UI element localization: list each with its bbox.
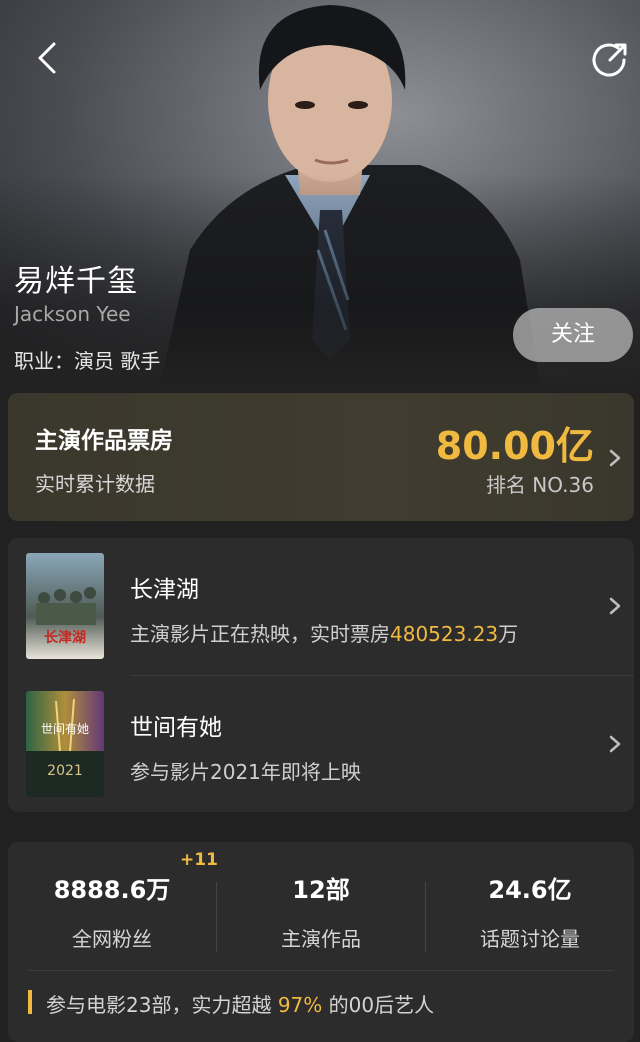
poster-image-changjinhu: 长津湖 <box>26 553 104 659</box>
artist-name: 易烊千玺 <box>14 264 138 299</box>
film-box-office-value: 480523.23 <box>390 622 499 646</box>
ranking-prefix: 参与电影23部，实力超越 <box>46 993 272 1017</box>
film-item-shijianyouta[interactable]: 世间有她 2021 世间有她 参与影片2021年即将上映 <box>8 676 634 812</box>
box-office-title: 主演作品票房 <box>35 428 173 454</box>
ranking-summary: 参与电影23部，实力超越 97% 的00后艺人 <box>46 989 434 1018</box>
ranking-suffix: 的00后艺人 <box>328 993 435 1017</box>
poster-title-shijianyouta: 世间有她 <box>41 722 89 736</box>
footer-accent-bar <box>28 990 32 1014</box>
artist-occupation: 职业：演员 歌手 <box>14 345 160 374</box>
ranking-percent: 97% <box>277 993 323 1017</box>
films-list: 长津湖 长津湖 主演影片正在热映，实时票房480523.23万 世间有她 202… <box>8 538 634 812</box>
stat-lead-works[interactable]: 12部 主演作品 <box>217 870 425 952</box>
stat-value: 8888.6万 <box>53 876 171 904</box>
back-arrow-icon[interactable] <box>26 36 70 80</box>
stat-label: 主演作品 <box>281 927 361 951</box>
poster-image-shijianyouta: 世间有她 2021 <box>26 691 104 797</box>
poster-title-changjinhu: 长津湖 <box>44 629 86 646</box>
stat-value: 12部 <box>292 876 350 904</box>
film-description: 参与影片2021年即将上映 <box>130 760 361 784</box>
stat-value: 24.6亿 <box>488 876 572 904</box>
share-icon[interactable] <box>588 38 632 82</box>
occupation-value: 演员 歌手 <box>74 349 161 373</box>
box-office-subtitle: 实时累计数据 <box>35 472 155 496</box>
film-title: 世间有她 <box>130 715 222 741</box>
film-title: 长津湖 <box>130 577 199 603</box>
stat-fans[interactable]: 8888.6万 全网粉丝 <box>8 870 216 952</box>
box-office-amount: 80.00亿 <box>435 424 594 468</box>
film-item-changjinhu[interactable]: 长津湖 长津湖 主演影片正在热映，实时票房480523.23万 <box>8 538 634 674</box>
film-box-office-unit: 万 <box>498 622 519 646</box>
film-description-text: 主演影片正在热映，实时票房 <box>130 622 390 646</box>
artist-english-name: Jackson Yee <box>14 302 131 326</box>
stat-label: 全网粉丝 <box>72 927 152 951</box>
film-poster: 世间有她 2021 <box>26 691 104 797</box>
box-office-card[interactable]: 主演作品票房 实时累计数据 80.00亿 排名 NO.36 <box>8 393 634 521</box>
occupation-label: 职业： <box>14 349 74 373</box>
stats-divider <box>28 970 614 971</box>
chevron-right-icon <box>609 735 621 753</box>
follow-button[interactable]: 关注 <box>513 308 633 362</box>
fans-change-badge: +11 <box>180 850 218 870</box>
poster-year-shijianyouta: 2021 <box>47 763 83 779</box>
film-poster: 长津湖 <box>26 553 104 659</box>
stats-card: 8888.6万 全网粉丝 +11 12部 主演作品 24.6亿 话题讨论量 参与… <box>8 842 634 1042</box>
stat-label: 话题讨论量 <box>480 927 580 951</box>
film-description: 主演影片正在热映，实时票房480523.23万 <box>130 618 518 647</box>
chevron-right-icon <box>609 449 621 467</box>
chevron-right-icon <box>609 597 621 615</box>
box-office-rank: 排名 NO.36 <box>485 473 594 497</box>
stat-topic-volume[interactable]: 24.6亿 话题讨论量 <box>426 870 634 952</box>
